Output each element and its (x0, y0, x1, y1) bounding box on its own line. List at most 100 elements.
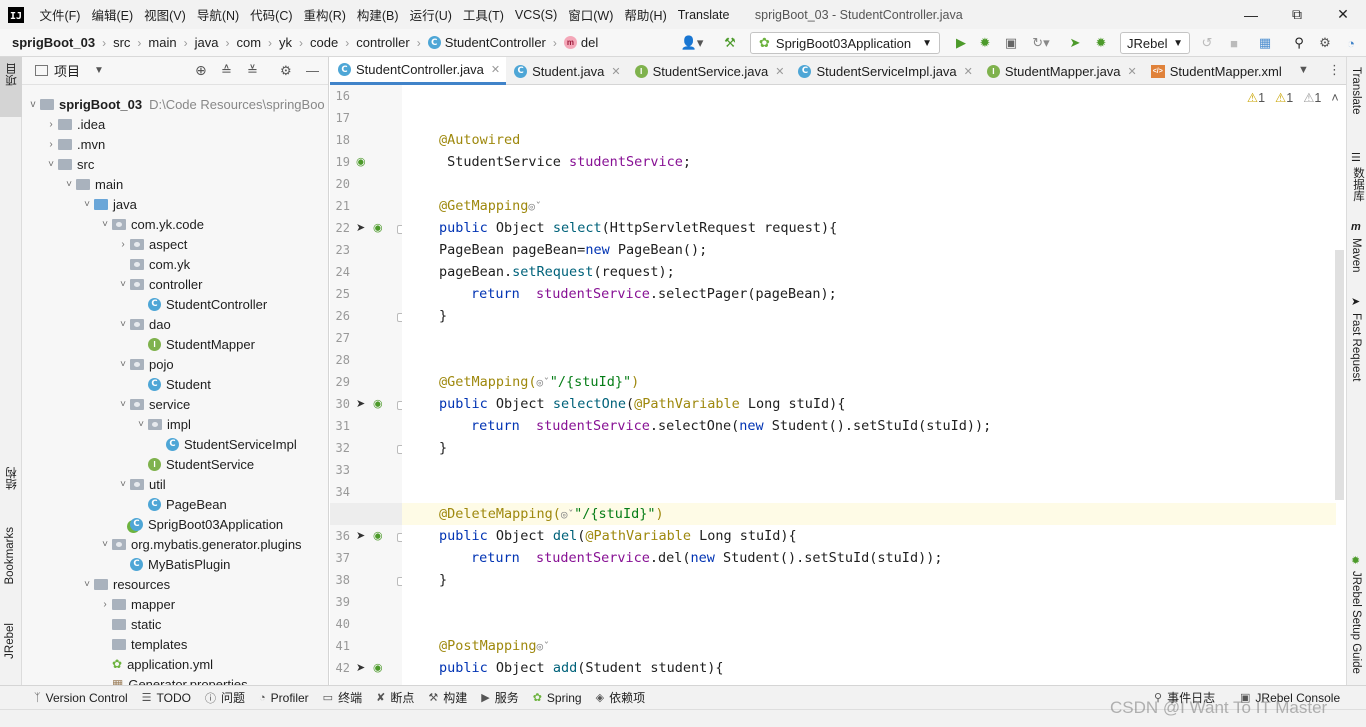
tab-studentmapper-java[interactable]: I StudentMapper.java ✕ (979, 57, 1143, 85)
jrebel-debug-icon[interactable]: ✹ (1092, 33, 1110, 53)
rerun-icon[interactable]: ↺ (1198, 33, 1216, 53)
locate-icon[interactable]: ⊕ (195, 62, 207, 79)
breakpoints-tab[interactable]: ✘ 断点 (376, 689, 414, 706)
services-tab[interactable]: ▶ 服务 (481, 689, 518, 706)
project-tool-label[interactable]: 项目 (4, 63, 20, 86)
tree-item[interactable]: ✿ application.yml (98, 654, 213, 674)
menu-tools[interactable]: 工具(T) (457, 5, 509, 24)
profiler-tab[interactable]: ◔ Profiler (259, 691, 309, 705)
tree-item[interactable]: ˅ com.yk.code (98, 214, 204, 234)
tree-item[interactable]: ˅ service (116, 394, 190, 414)
spring-bean-icon[interactable]: ◉ (373, 221, 383, 234)
breadcrumb-project[interactable]: sprigBoot_03 (12, 35, 95, 50)
database-tool-label[interactable]: 数据库 (1350, 167, 1366, 202)
weak-warning-count[interactable]: ⚠1 (1275, 90, 1293, 105)
close-icon[interactable]: ✕ (1320, 0, 1366, 29)
menu-refactor[interactable]: 重构(R) (298, 5, 351, 24)
menu-view[interactable]: 视图(V) (139, 5, 192, 24)
tree-item[interactable]: ˅ src (44, 154, 94, 174)
tree-root[interactable]: v sprigBoot_03 D:\Code Resources\springBoo (26, 94, 325, 114)
warning-count[interactable]: ⚠1 (1247, 90, 1265, 105)
terminal-tab[interactable]: ▭ 终端 (323, 689, 362, 706)
editor-scrollbar[interactable] (1335, 250, 1344, 500)
translate-tool-label[interactable]: Translate (1350, 67, 1362, 115)
minimize-icon[interactable]: — (1228, 0, 1274, 29)
tree-item[interactable]: › .idea (44, 114, 105, 134)
tree-item[interactable]: static (98, 614, 161, 634)
build-tab[interactable]: ⚒ 构建 (428, 689, 467, 706)
restore-icon[interactable]: ⧉ (1274, 0, 1320, 29)
breadcrumb-controller[interactable]: controller (356, 35, 409, 50)
tree-item[interactable]: ˅ main (62, 174, 123, 194)
tree-item[interactable]: I StudentService (134, 454, 254, 474)
tree-item[interactable]: C PageBean (134, 494, 227, 514)
settings-gear-icon[interactable]: ⚙ (1316, 33, 1334, 53)
breadcrumb-com[interactable]: com (236, 35, 261, 50)
menu-edit[interactable]: 编辑(E) (86, 5, 139, 24)
tab-student[interactable]: C Student.java ✕ (506, 57, 627, 85)
tree-item[interactable]: C MyBatisPlugin (116, 554, 230, 574)
todo-tab[interactable]: ☰ TODO (142, 691, 191, 705)
menu-window[interactable]: 窗口(W) (563, 5, 619, 24)
spring-bean-icon[interactable]: ◉ (373, 529, 383, 542)
tree-item[interactable]: C StudentController (134, 294, 267, 314)
breadcrumb-src[interactable]: src (113, 35, 130, 50)
search-icon[interactable]: ⚲ (1290, 33, 1308, 53)
spring-tab[interactable]: ✿ Spring (533, 691, 582, 705)
tree-item[interactable]: C SprigBoot03Application (116, 514, 283, 534)
run-icon[interactable]: ▶ (952, 33, 970, 53)
fast-request-tool-label[interactable]: Fast Request (1350, 313, 1362, 381)
tree-item[interactable]: ▦ Generator.properties (98, 674, 248, 686)
tree-item[interactable]: ˅ java (80, 194, 137, 214)
tab-studentserviceimpl[interactable]: C StudentServiceImpl.java ✕ (790, 57, 978, 85)
menu-vcs[interactable]: VCS(S) (509, 8, 562, 22)
breadcrumb-class[interactable]: C StudentController (427, 35, 546, 50)
close-icon[interactable]: ✕ (775, 65, 784, 78)
jrebel-select[interactable]: JRebel ▼ (1120, 32, 1190, 54)
jrebel-run-icon[interactable]: ➤ (1066, 33, 1084, 53)
expand-all-icon[interactable]: ≙ (221, 63, 232, 79)
structure-view-icon[interactable]: ▦ (1256, 33, 1274, 53)
breadcrumb-method[interactable]: m del (563, 35, 598, 50)
tree-item[interactable]: C Student (134, 374, 211, 394)
more-options-icon[interactable]: ⋮ (1328, 62, 1341, 78)
code-editor[interactable]: @Autowired StudentService studentService… (402, 85, 1336, 685)
tree-item[interactable]: ˅ dao (116, 314, 171, 334)
menu-translate[interactable]: Translate (672, 8, 735, 22)
typo-count[interactable]: ⚠1 (1303, 90, 1321, 105)
tree-item[interactable]: ˅ org.mybatis.generator.plugins (98, 534, 301, 554)
tab-studentmapper-xml[interactable]: </> StudentMapper.xml (1143, 57, 1288, 85)
close-icon[interactable]: ✕ (611, 65, 620, 78)
close-icon[interactable]: ✕ (964, 65, 973, 78)
request-mapping-icon[interactable]: ➤ (356, 397, 365, 410)
spring-bean-icon[interactable]: ◉ (356, 155, 366, 168)
spring-bean-icon[interactable]: ◉ (373, 661, 383, 674)
stop-icon[interactable]: ■ (1225, 33, 1243, 53)
run-configuration-select[interactable]: ✿ SprigBoot03Application ▼ (750, 32, 940, 54)
build-hammer-icon[interactable]: ⚒ (720, 33, 740, 53)
breadcrumb-yk[interactable]: yk (279, 35, 292, 50)
tree-item[interactable]: › aspect (116, 234, 187, 254)
chevron-down-icon[interactable]: ▼ (94, 65, 104, 76)
spring-bean-icon[interactable]: ◉ (373, 397, 383, 410)
tabs-dropdown-icon[interactable]: ▼ (1298, 64, 1309, 76)
breadcrumb-code[interactable]: code (310, 35, 338, 50)
profiler-icon[interactable]: ↻▾ (1027, 33, 1055, 53)
breadcrumb-java[interactable]: java (195, 35, 219, 50)
menu-file[interactable]: 文件(F) (34, 5, 86, 24)
menu-run[interactable]: 运行(U) (404, 5, 457, 24)
breadcrumb-main[interactable]: main (148, 35, 176, 50)
tree-item[interactable]: ˅ resources (80, 574, 170, 594)
request-mapping-icon[interactable]: ➤ (356, 661, 365, 674)
menu-help[interactable]: 帮助(H) (619, 5, 672, 24)
menu-build[interactable]: 构建(B) (351, 5, 404, 24)
close-icon[interactable]: ✕ (1128, 65, 1137, 78)
tree-item[interactable]: ˅ impl (134, 414, 191, 434)
tree-item[interactable]: ˅ util (116, 474, 166, 494)
tree-item[interactable]: C StudentServiceImpl (152, 434, 297, 454)
inspection-widget[interactable]: ⚠1 ⚠1 ⚠1 ˄ ˅ (1247, 90, 1356, 106)
tree-item[interactable]: ˅ controller (116, 274, 202, 294)
jrebel-setup-guide-tool-label[interactable]: JRebel Setup Guide (1350, 571, 1362, 674)
maven-tool-label[interactable]: Maven (1350, 238, 1362, 273)
project-panel-title[interactable]: 项目 (54, 61, 80, 80)
